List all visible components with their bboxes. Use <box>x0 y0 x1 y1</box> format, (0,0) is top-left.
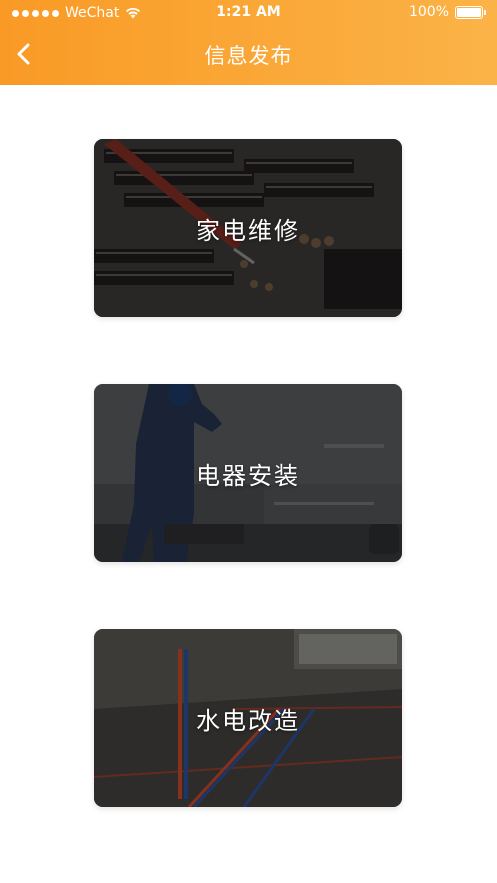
battery-percent: 100% <box>408 4 449 20</box>
card-appliance-repair[interactable]: 家电维修 <box>94 139 402 317</box>
card-label: 家电维修 <box>196 216 300 245</box>
battery-icon <box>455 5 486 19</box>
header-bar: WeChat 1:21 AM 100% 信息发布 <box>0 0 497 85</box>
card-plumbing-renovation[interactable]: 水电改造 <box>94 629 402 807</box>
page-title: 信息发布 <box>204 44 293 68</box>
status-right: 100% <box>408 4 486 20</box>
card-label: 电器安装 <box>196 461 300 490</box>
card-appliance-install[interactable]: 电器安装 <box>94 384 402 562</box>
status-bar: WeChat 1:21 AM 100% <box>0 0 497 26</box>
card-label: 水电改造 <box>196 706 300 735</box>
